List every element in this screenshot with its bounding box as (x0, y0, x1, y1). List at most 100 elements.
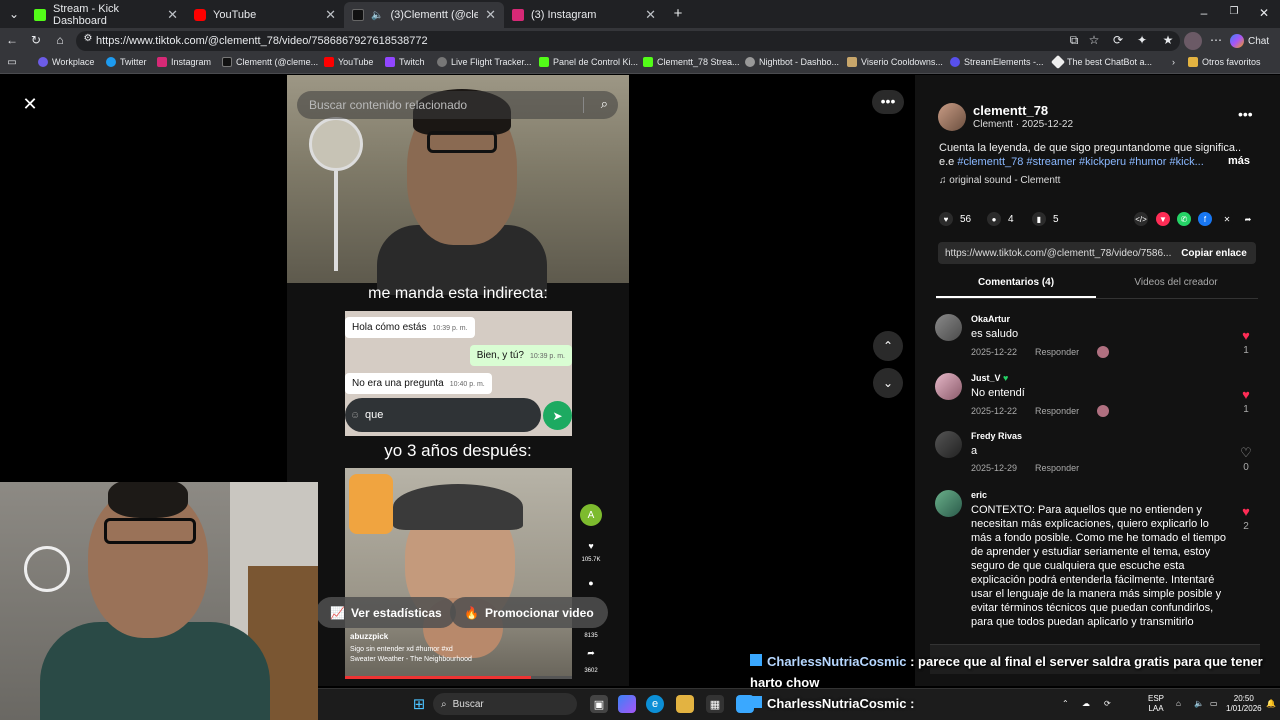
close-tab-icon[interactable]: ✕ (167, 7, 178, 23)
like-stat[interactable]: ♥ 56 (939, 212, 971, 226)
comment-username[interactable]: Fredy Rivas (971, 431, 1022, 441)
notification-icon[interactable]: 🔔 (1266, 699, 1276, 709)
tab-search-icon[interactable]: ⌄ (6, 7, 22, 21)
new-tab-button[interactable]: + (670, 5, 686, 22)
address-bar[interactable]: https://www.tiktok.com/@clementt_78/vide… (76, 31, 1180, 51)
x-icon[interactable]: ✕ (1220, 212, 1234, 226)
comment-username[interactable]: eric (971, 490, 987, 500)
close-tab-icon[interactable]: ✕ (485, 7, 496, 23)
back-icon[interactable]: ← (4, 33, 20, 47)
author-username[interactable]: clementt_78 (973, 103, 1048, 118)
comment-avatar[interactable] (935, 431, 962, 458)
chat-button[interactable]: Chat (1230, 31, 1269, 51)
bookmark-item[interactable]: Instagram (157, 57, 211, 67)
stats-button[interactable]: 📈 Ver estadísticas (316, 597, 456, 628)
clock[interactable]: 20:50 1/01/2026 (1226, 694, 1262, 714)
taskbar-search[interactable]: ⌕ Buscar (433, 693, 577, 715)
restore-icon[interactable]: ❐ (1226, 6, 1242, 17)
extensions-icon[interactable]: ⟳ (1110, 33, 1126, 47)
bookmark-item[interactable]: Twitch (385, 57, 425, 67)
more-options-icon[interactable]: ••• (872, 90, 904, 114)
network-icon[interactable]: ⌂ (1176, 699, 1181, 709)
tab-kick[interactable]: Stream - Kick Dashboard ✕ (26, 2, 186, 28)
related-search-input[interactable]: Buscar contenido relacionado ⌕ (297, 91, 618, 119)
bookmark-star-icon[interactable]: ☆ (1086, 33, 1102, 47)
bookmark-item[interactable]: Twitter (106, 57, 147, 67)
comment-avatar[interactable] (935, 490, 962, 517)
comment-username[interactable]: Just_V ♥ (971, 373, 1008, 383)
sound-link[interactable]: ♫ original sound - Clementt (939, 175, 1060, 186)
reply-button[interactable]: Responder (1035, 463, 1079, 473)
bookmark-item[interactable]: Viserio Cooldowns... (847, 57, 943, 67)
minimize-icon[interactable]: – (1196, 6, 1212, 20)
close-tab-icon[interactable]: ✕ (645, 7, 656, 23)
bookmark-item[interactable]: Live Flight Tracker... (437, 57, 532, 67)
bookmarks-overflow-icon[interactable]: › (1172, 57, 1175, 67)
next-video-button[interactable]: ⌄ (873, 368, 903, 398)
copilot-icon[interactable] (618, 695, 636, 713)
bookmark-item[interactable]: The best ChatBot a... (1050, 54, 1152, 70)
sync-icon[interactable]: ⟳ (1104, 699, 1111, 709)
save-stat[interactable]: ▮ 5 (1032, 212, 1059, 226)
bookmark-item[interactable]: StreamElements -... (950, 57, 1044, 67)
hashtags[interactable]: #clementt_78 #streamer #kickperu #humor … (957, 156, 1203, 168)
other-bookmarks[interactable]: Otros favoritos (1188, 57, 1261, 67)
bookmark-item[interactable]: Panel de Control Ki... (539, 57, 638, 67)
site-info-icon[interactable]: ⚙ (80, 33, 96, 44)
post-more-icon[interactable]: ••• (1238, 106, 1253, 122)
favorites-icon[interactable]: ★ (1160, 33, 1176, 47)
store-icon[interactable]: ▦ (706, 695, 724, 713)
embed-icon[interactable]: </> (1134, 212, 1148, 226)
search-icon[interactable]: ⌕ (601, 96, 608, 112)
tab-comments[interactable]: Comentarios (4) (936, 277, 1096, 288)
video-progress-bar[interactable] (345, 676, 572, 679)
tab-instagram[interactable]: (3) Instagram ✕ (504, 2, 664, 28)
profile-avatar[interactable] (1184, 32, 1202, 50)
language-indicator[interactable]: ESP LAA (1148, 694, 1164, 714)
start-icon[interactable]: ⊞ (410, 695, 428, 713)
comment-like-icon[interactable]: ♥ (1239, 328, 1253, 343)
tab-tiktok[interactable]: 🔈 (3)Clementt (@clement_78) | ✕ (344, 2, 504, 28)
tab-groups-icon[interactable]: ▭ (4, 57, 20, 68)
cloud-icon[interactable]: ☁ (1082, 699, 1090, 709)
puzzle-icon[interactable]: ✦ (1134, 33, 1150, 47)
tab-youtube[interactable]: YouTube ✕ (186, 2, 344, 28)
file-explorer-icon[interactable] (676, 695, 694, 713)
bookmark-item[interactable]: YouTube (324, 57, 373, 67)
close-window-icon[interactable]: ✕ (1256, 6, 1272, 20)
author-avatar[interactable] (938, 103, 966, 131)
comment-username[interactable]: OkaArtur (971, 314, 1010, 324)
bookmark-item[interactable]: Clementt_78 Strea... (643, 57, 740, 67)
reply-button[interactable]: Responder (1035, 347, 1079, 357)
comment-stat[interactable]: ● 4 (987, 212, 1014, 226)
speaker-icon[interactable]: 🔈 (371, 10, 383, 21)
send-to-friends-icon[interactable]: ▼ (1156, 212, 1170, 226)
comment-like-icon[interactable]: ♥ (1239, 504, 1253, 519)
tray-chevron-icon[interactable]: ⌃ (1062, 699, 1069, 709)
promote-button[interactable]: 🔥 Promocionar video (450, 597, 608, 628)
bookmark-item[interactable]: Workplace (38, 57, 94, 67)
battery-icon[interactable]: ▭ (1210, 699, 1218, 709)
facebook-icon[interactable]: f (1198, 212, 1212, 226)
whatsapp-icon[interactable]: ✆ (1177, 212, 1191, 226)
install-app-icon[interactable]: ⧉ (1066, 33, 1082, 48)
close-icon[interactable]: ✕ (18, 92, 42, 116)
menu-icon[interactable]: ⋯ (1208, 33, 1224, 47)
copy-link-button[interactable]: Copiar enlace (1172, 242, 1256, 264)
tab-creator-videos[interactable]: Videos del creador (1096, 277, 1256, 288)
share-arrow-icon[interactable]: ➦ (1241, 212, 1255, 226)
edge-icon[interactable]: e (646, 695, 664, 713)
reload-icon[interactable]: ↻ (28, 33, 44, 47)
task-view-icon[interactable]: ▣ (590, 695, 608, 713)
comment-avatar[interactable] (935, 314, 962, 341)
show-more-link[interactable]: más (1228, 155, 1250, 167)
comment-like-icon[interactable]: ♡ (1239, 445, 1253, 461)
comment-like-icon[interactable]: ♥ (1239, 387, 1253, 402)
bookmark-item[interactable]: Clementt (@cleme... (222, 57, 318, 67)
bookmark-item[interactable]: Nightbot - Dashbo... (745, 57, 839, 67)
volume-icon[interactable]: 🔈 (1194, 699, 1204, 709)
comment-avatar[interactable] (935, 373, 962, 400)
reply-button[interactable]: Responder (1035, 406, 1079, 416)
previous-video-button[interactable]: ⌃ (873, 331, 903, 361)
home-icon[interactable]: ⌂ (52, 33, 68, 47)
